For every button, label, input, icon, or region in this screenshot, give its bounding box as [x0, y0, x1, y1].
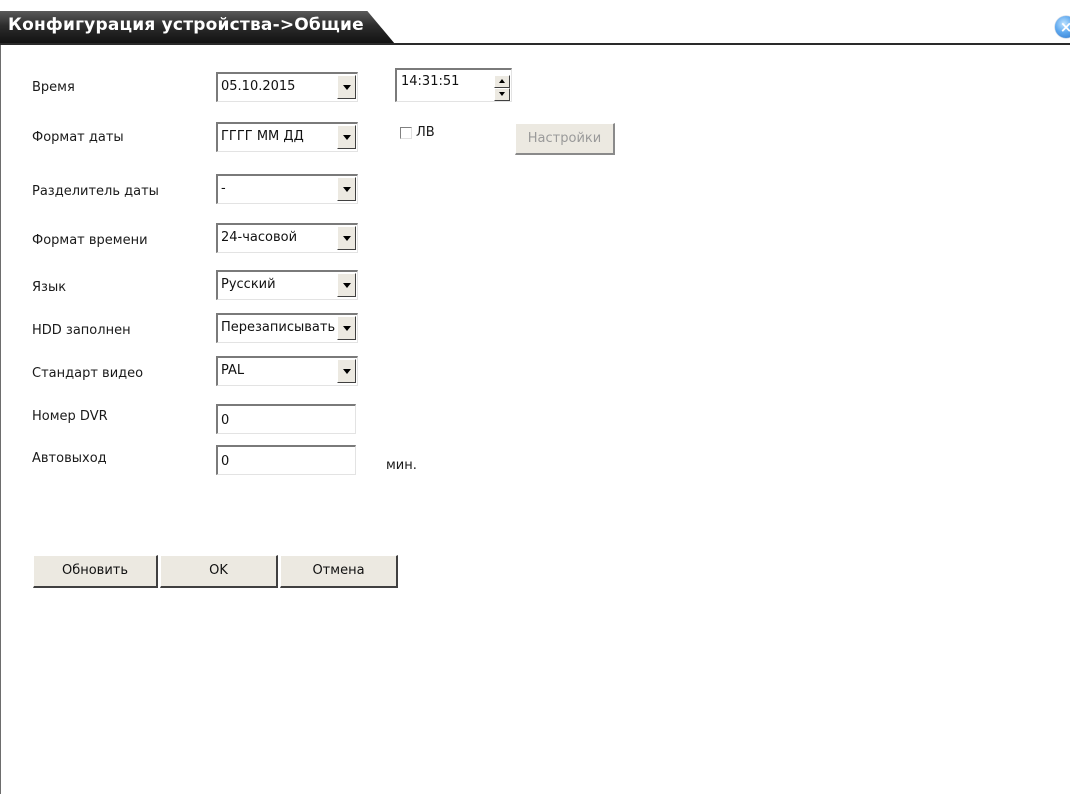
- chevron-down-icon[interactable]: [337, 226, 356, 250]
- date-separator-label: Разделитель даты: [32, 184, 159, 199]
- hdd-full-select[interactable]: Перезаписывать: [216, 313, 358, 343]
- date-separator-select[interactable]: -: [216, 174, 358, 204]
- date-separator-value: -: [221, 181, 226, 196]
- auto-logout-unit: мин.: [386, 458, 417, 473]
- dst-label: ЛВ: [416, 125, 435, 140]
- time-spinner[interactable]: 14:31:51: [395, 68, 512, 102]
- ok-button[interactable]: OK: [160, 555, 278, 588]
- spin-up-icon[interactable]: [494, 75, 510, 88]
- cancel-button[interactable]: Отмена: [280, 555, 398, 588]
- auto-logout-input[interactable]: 0: [216, 445, 356, 475]
- title-bar: Конфигурация устройства->Общие ×: [0, 0, 1070, 45]
- video-standard-label: Стандарт видео: [32, 366, 144, 381]
- date-select-value: 05.10.2015: [221, 79, 296, 94]
- close-icon[interactable]: ×: [1055, 16, 1070, 38]
- time-label: Время: [32, 80, 75, 95]
- window-title: Конфигурация устройства->Общие: [8, 15, 364, 35]
- time-spinner-value: 14:31:51: [401, 74, 460, 89]
- dvr-number-label: Номер DVR: [32, 409, 108, 424]
- settings-button[interactable]: Настройки: [515, 123, 615, 155]
- video-standard-select[interactable]: PAL: [216, 356, 358, 386]
- date-format-value: ГГГГ ММ ДД: [221, 129, 304, 144]
- auto-logout-value: 0: [221, 454, 230, 469]
- spin-down-icon[interactable]: [494, 88, 510, 101]
- time-format-select[interactable]: 24-часовой: [216, 223, 358, 253]
- language-value: Русский: [221, 277, 276, 292]
- chevron-down-icon[interactable]: [337, 273, 356, 297]
- date-format-select[interactable]: ГГГГ ММ ДД: [216, 122, 358, 152]
- language-select[interactable]: Русский: [216, 270, 358, 300]
- hdd-full-label: HDD заполнен: [32, 323, 131, 338]
- auto-logout-label: Автовыход: [32, 451, 107, 466]
- chevron-down-icon[interactable]: [337, 75, 356, 99]
- dvr-number-input[interactable]: 0: [216, 404, 356, 434]
- hdd-full-value: Перезаписывать: [221, 320, 336, 335]
- settings-panel: [0, 45, 1070, 794]
- dst-checkbox[interactable]: [400, 127, 412, 139]
- language-label: Язык: [32, 280, 67, 295]
- date-select[interactable]: 05.10.2015: [216, 72, 358, 102]
- refresh-button[interactable]: Обновить: [33, 555, 158, 588]
- chevron-down-icon[interactable]: [337, 316, 356, 340]
- time-format-label: Формат времени: [32, 233, 148, 248]
- video-standard-value: PAL: [221, 363, 245, 378]
- time-format-value: 24-часовой: [221, 230, 298, 245]
- dvr-number-value: 0: [221, 413, 230, 428]
- date-format-label: Формат даты: [32, 130, 124, 145]
- chevron-down-icon[interactable]: [337, 359, 356, 383]
- chevron-down-icon[interactable]: [337, 125, 356, 149]
- chevron-down-icon[interactable]: [337, 177, 356, 201]
